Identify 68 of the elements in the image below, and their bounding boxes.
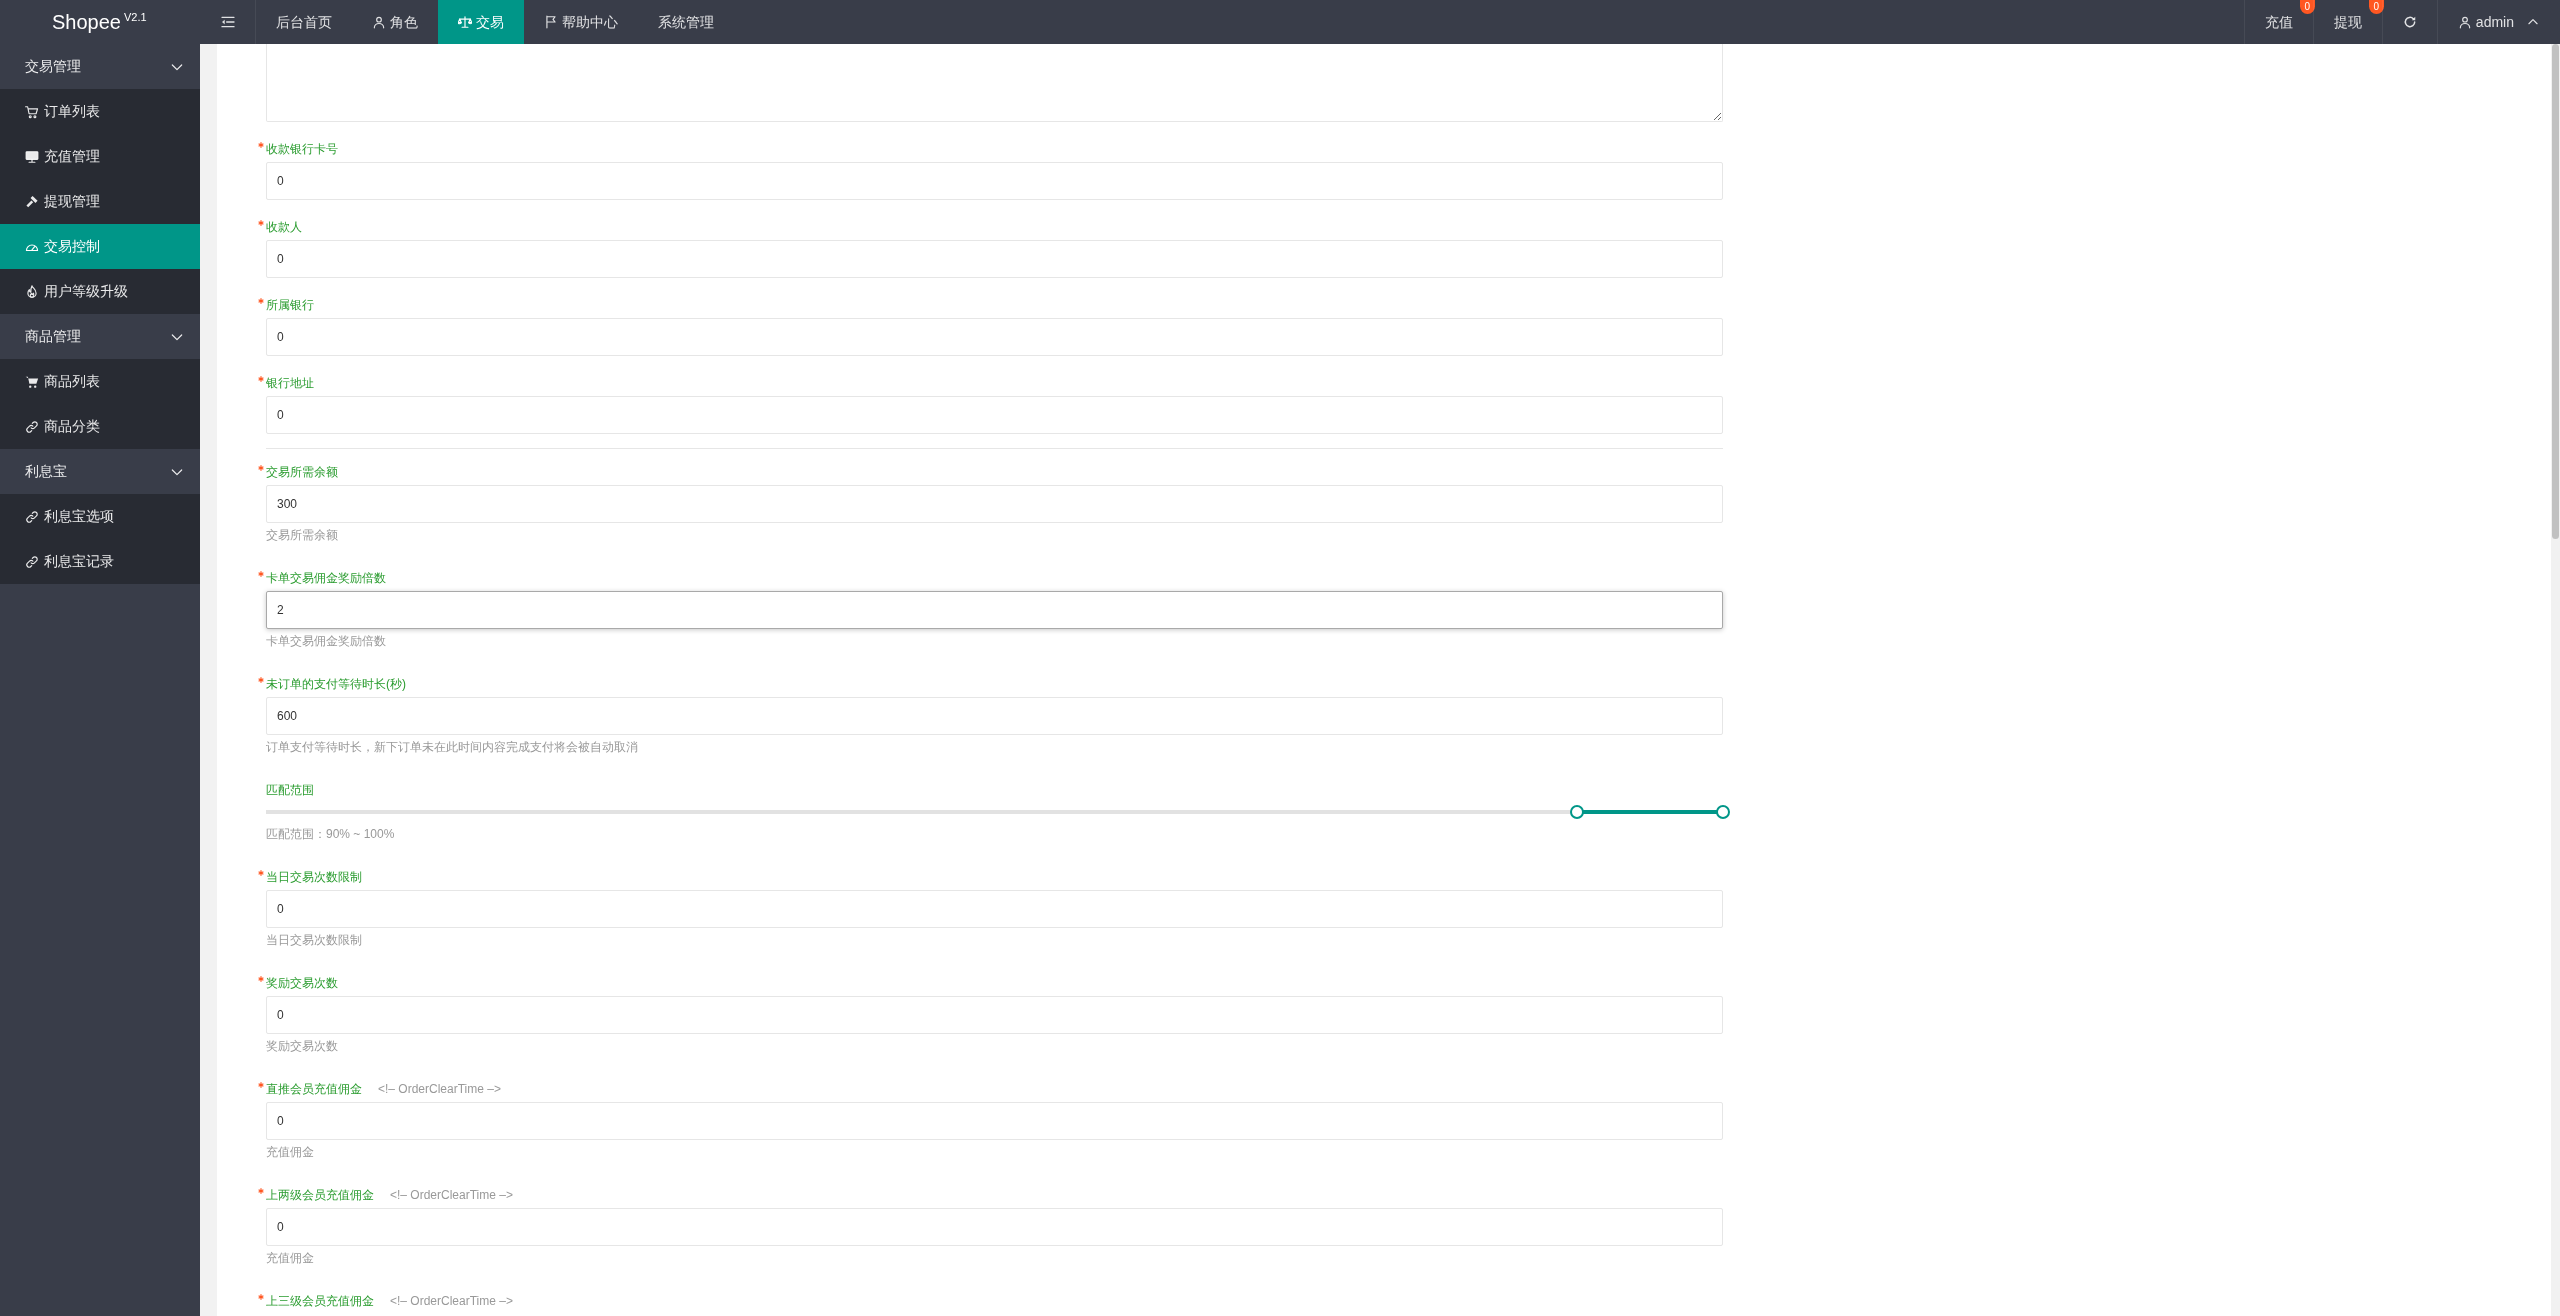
- hammer-icon: [25, 194, 39, 209]
- nav-tab[interactable]: 帮助中心: [524, 0, 638, 44]
- text-input[interactable]: 300: [266, 485, 1723, 523]
- nav-tab[interactable]: 交易: [438, 0, 524, 44]
- flag-icon: [544, 15, 558, 29]
- text-input[interactable]: 0: [266, 318, 1723, 356]
- sidebar-item[interactable]: 订单列表: [0, 89, 200, 134]
- text-input[interactable]: 0: [266, 1208, 1723, 1246]
- field-label: 未订单的支付等待时长(秒): [266, 676, 406, 693]
- version-label: V2.1: [123, 11, 147, 23]
- help-text: 充值佣金: [266, 1250, 315, 1267]
- cart-icon: [25, 104, 39, 119]
- link-icon: [25, 419, 39, 434]
- text-input[interactable]: 0: [266, 996, 1723, 1034]
- sidebar-item[interactable]: 利息宝选项: [0, 494, 200, 539]
- flame-icon: [25, 284, 39, 299]
- sidebar-item[interactable]: 利息宝记录: [0, 539, 200, 584]
- sidebar-item[interactable]: 商品列表: [0, 359, 200, 404]
- field-label: 当日交易次数限制: [266, 869, 362, 886]
- field-label: 奖励交易次数: [266, 975, 338, 992]
- text-input[interactable]: 0: [266, 890, 1723, 928]
- user-icon: [2457, 15, 2472, 29]
- field-label: 交易所需余额: [266, 464, 338, 481]
- sidebar-item[interactable]: 提现管理: [0, 179, 200, 224]
- text-input[interactable]: 0: [266, 396, 1723, 434]
- text-input[interactable]: 0: [266, 1102, 1723, 1140]
- text-input[interactable]: 0: [266, 162, 1723, 200]
- field-label: 上三级会员充值佣金: [266, 1293, 374, 1310]
- help-text: 交易所需余额: [266, 527, 339, 544]
- sidebar-item[interactable]: 充值管理: [0, 134, 200, 179]
- scale-icon: [458, 15, 472, 29]
- nav-tab[interactable]: 后台首页: [256, 0, 352, 44]
- text-input[interactable]: 2: [266, 591, 1723, 629]
- scrollbar-thumb[interactable]: [2552, 44, 2559, 539]
- app-logo-text: Shopee: [52, 11, 121, 33]
- help-text: 卡单交易佣金奖励倍数: [266, 633, 387, 650]
- monitor-icon: [25, 149, 39, 164]
- help-text: 充值佣金: [266, 1144, 315, 1161]
- field-label: 上两级会员充值佣金: [266, 1187, 374, 1204]
- sidebar-item[interactable]: 用户等级升级: [0, 269, 200, 314]
- link-icon: [25, 554, 39, 569]
- help-text: 订单支付等待时长，新下订单未在此时间内容完成支付将会被自动取消: [266, 739, 639, 756]
- field-label: 卡单交易佣金奖励倍数: [266, 570, 386, 587]
- cart-icon: [25, 374, 39, 389]
- text-input[interactable]: 600: [266, 697, 1723, 735]
- sidebar-item[interactable]: 商品分类: [0, 404, 200, 449]
- help-text: 奖励交易次数: [266, 1038, 339, 1055]
- field-label: 收款银行卡号: [266, 141, 338, 158]
- field-note: <!– OrderClearTime –>: [390, 1293, 513, 1310]
- menu-icon: [219, 14, 236, 30]
- range-slider-handle[interactable]: [1570, 805, 1585, 819]
- user-icon: [372, 15, 386, 29]
- help-text: 当日交易次数限制: [266, 932, 363, 949]
- link-icon: [25, 509, 39, 524]
- field-note: <!– OrderClearTime –>: [378, 1081, 501, 1098]
- field-note: <!– OrderClearTime –>: [390, 1187, 513, 1204]
- field-label: 匹配范围: [266, 782, 314, 799]
- nav-tab[interactable]: 角色: [352, 0, 438, 44]
- nav-tab[interactable]: 系统管理: [638, 0, 734, 44]
- text-input[interactable]: 0: [266, 240, 1723, 278]
- help-text: 匹配范围：90% ~ 100%: [266, 826, 396, 843]
- field-label: 银行地址: [266, 375, 314, 392]
- sidebar-item[interactable]: 交易控制: [0, 224, 200, 269]
- field-label: 收款人: [266, 219, 302, 236]
- refresh-icon: [2402, 15, 2417, 29]
- field-label: 直推会员充值佣金: [266, 1081, 362, 1098]
- field-label: 所属银行: [266, 297, 314, 314]
- range-slider-handle[interactable]: [1716, 805, 1730, 819]
